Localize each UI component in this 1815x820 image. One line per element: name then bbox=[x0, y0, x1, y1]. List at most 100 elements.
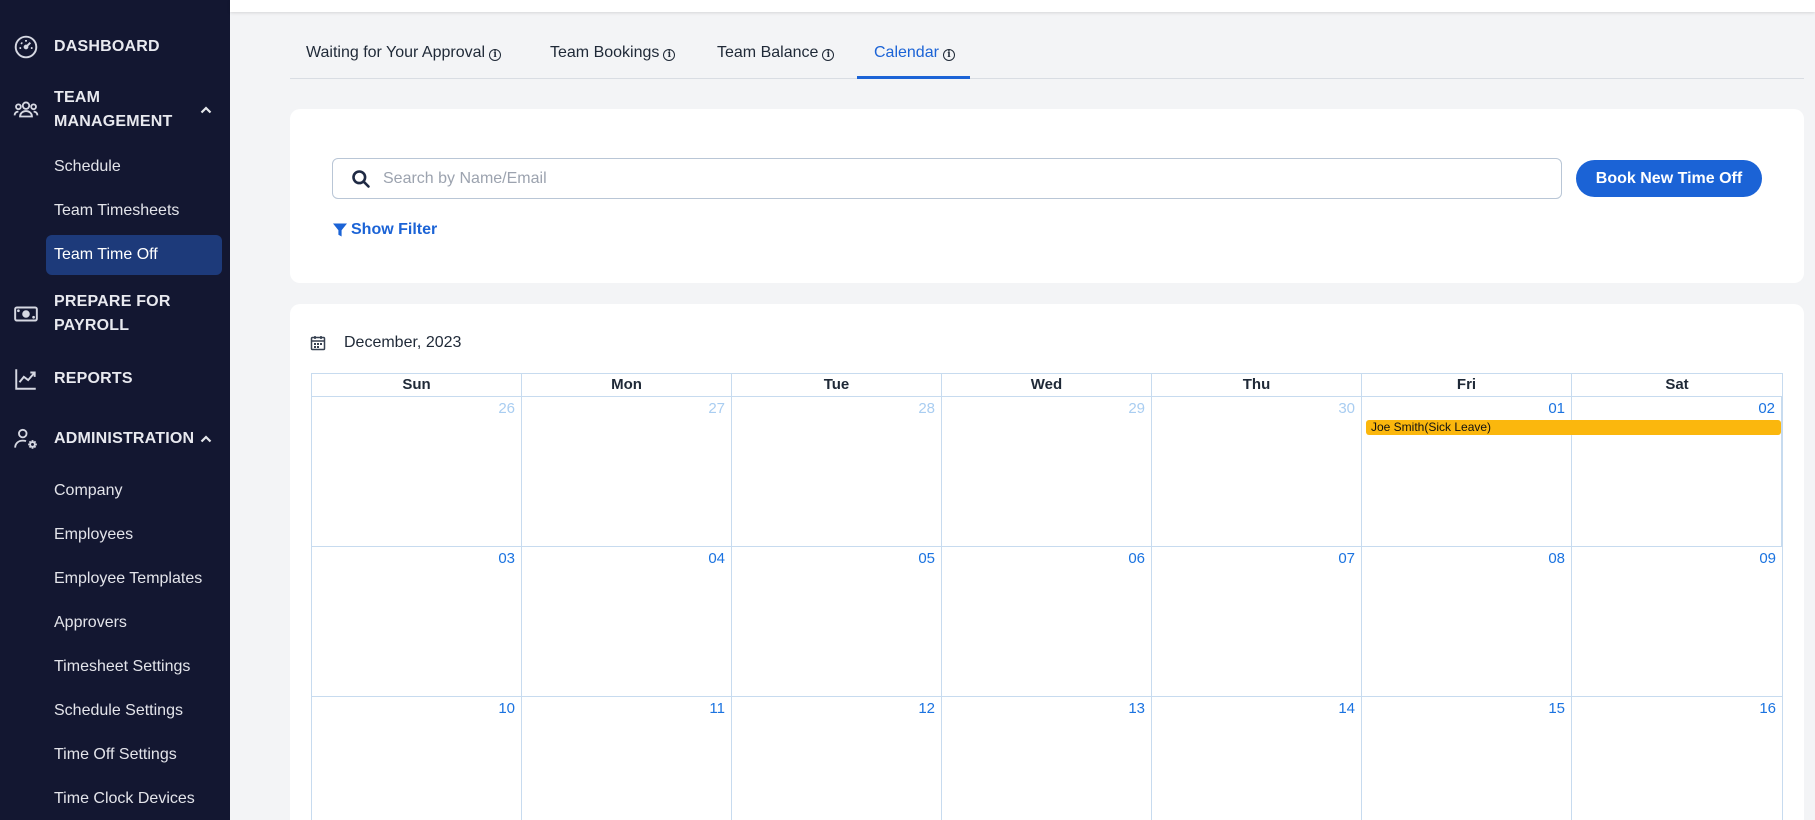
sidebar-item-team-time-off[interactable]: Team Time Off bbox=[46, 235, 222, 275]
month-label: December, 2023 bbox=[344, 334, 462, 351]
nav-label-team-management: TEAM MANAGEMENT bbox=[54, 89, 173, 130]
nav-dashboard[interactable]: DASHBOARD bbox=[0, 34, 230, 60]
search-box bbox=[332, 158, 1562, 199]
day-number[interactable]: 16 bbox=[1759, 700, 1776, 717]
sidebar-item-employee-templates[interactable]: Employee Templates bbox=[46, 559, 222, 599]
weekday-header-row: Sun Mon Tue Wed Thu Fri Sat bbox=[311, 373, 1783, 397]
calendar-day[interactable]: 14 bbox=[1152, 697, 1362, 820]
sidebar: DASHBOARD TEAM MANAGEMENT Schedule Team … bbox=[0, 0, 230, 820]
tab-bar: Waiting for Your Approval i Team Bookings… bbox=[290, 32, 1804, 79]
weekday-header: Mon bbox=[522, 374, 732, 396]
calendar-day[interactable]: 03 bbox=[312, 547, 522, 696]
sidebar-item-schedule-settings[interactable]: Schedule Settings bbox=[46, 691, 222, 731]
day-number[interactable]: 07 bbox=[1338, 550, 1355, 567]
chevron-up-icon[interactable] bbox=[199, 432, 213, 446]
calendar-day[interactable]: 27 bbox=[522, 397, 732, 546]
sidebar-item-label: Employees bbox=[54, 526, 134, 543]
calendar-week: 26 27 28 29 30 01 02 Joe Smith(Sick Leav… bbox=[311, 397, 1783, 547]
day-number[interactable]: 28 bbox=[918, 400, 935, 417]
tab-waiting-for-approval[interactable]: Waiting for Your Approval i bbox=[306, 32, 502, 79]
sidebar-item-time-clock-devices[interactable]: Time Clock Devices bbox=[46, 779, 222, 819]
calendar-day[interactable]: 08 bbox=[1362, 547, 1572, 696]
calendar-day[interactable]: 29 bbox=[942, 397, 1152, 546]
tab-team-bookings[interactable]: Team Bookings i bbox=[550, 32, 676, 79]
nav-reports[interactable]: REPORTS bbox=[0, 366, 230, 392]
calendar-day[interactable]: 15 bbox=[1362, 697, 1572, 820]
tab-calendar[interactable]: Calendar i bbox=[857, 32, 970, 79]
sidebar-item-label: Timesheet Settings bbox=[54, 658, 191, 675]
calendar-header: December, 2023 bbox=[310, 334, 461, 352]
day-number[interactable]: 14 bbox=[1338, 700, 1355, 717]
day-number[interactable]: 26 bbox=[498, 400, 515, 417]
nav-label-administration: ADMINISTRATION bbox=[54, 430, 195, 447]
day-number[interactable]: 06 bbox=[1128, 550, 1145, 567]
calendar-card: December, 2023 Sun Mon Tue Wed Thu Fri S… bbox=[290, 304, 1804, 820]
day-number[interactable]: 02 bbox=[1758, 400, 1775, 417]
tab-team-balance[interactable]: Team Balance i bbox=[717, 32, 835, 79]
day-number[interactable]: 30 bbox=[1338, 400, 1355, 417]
weekday-header: Wed bbox=[942, 374, 1152, 396]
day-number[interactable]: 05 bbox=[918, 550, 935, 567]
calendar-day[interactable]: 11 bbox=[522, 697, 732, 820]
top-bar bbox=[230, 0, 1815, 12]
team-icon bbox=[13, 97, 39, 123]
show-filter-link[interactable]: Show Filter bbox=[332, 221, 437, 239]
time-off-event[interactable]: Joe Smith(Sick Leave) bbox=[1366, 420, 1781, 435]
nav-team-management[interactable]: TEAM MANAGEMENT bbox=[0, 86, 230, 134]
calendar-day[interactable]: 13 bbox=[942, 697, 1152, 820]
info-icon[interactable]: i bbox=[489, 49, 502, 61]
sidebar-item-timesheet-settings[interactable]: Timesheet Settings bbox=[46, 647, 222, 687]
info-icon[interactable]: i bbox=[663, 49, 676, 61]
day-number[interactable]: 29 bbox=[1128, 400, 1145, 417]
sidebar-item-label: Approvers bbox=[54, 614, 127, 631]
day-number[interactable]: 09 bbox=[1759, 550, 1776, 567]
speedometer-icon bbox=[13, 34, 39, 60]
calendar-week: 03 04 05 06 07 08 09 bbox=[311, 547, 1783, 697]
sidebar-item-label: Time Clock Devices bbox=[54, 790, 195, 807]
weekday-header: Sun bbox=[312, 374, 522, 396]
sidebar-item-label: Employee Templates bbox=[54, 570, 203, 587]
day-number[interactable]: 15 bbox=[1548, 700, 1565, 717]
calendar-day[interactable]: 04 bbox=[522, 547, 732, 696]
sidebar-item-employees[interactable]: Employees bbox=[46, 515, 222, 555]
day-number[interactable]: 12 bbox=[918, 700, 935, 717]
weekday-header: Sat bbox=[1665, 376, 1689, 393]
calendar-day[interactable]: 16 bbox=[1572, 697, 1782, 820]
sidebar-item-time-off-settings[interactable]: Time Off Settings bbox=[46, 735, 222, 775]
nav-administration[interactable]: ADMINISTRATION bbox=[0, 426, 230, 452]
search-input[interactable] bbox=[383, 159, 1553, 198]
sidebar-item-company[interactable]: Company bbox=[46, 471, 222, 511]
calendar-day[interactable]: 09 bbox=[1572, 547, 1782, 696]
filter-icon bbox=[333, 223, 347, 237]
sidebar-item-label: Time Off Settings bbox=[54, 746, 177, 763]
nav-label-prepare-for-payroll: PREPARE FOR PAYROLL bbox=[54, 293, 171, 334]
calendar-day[interactable]: 07 bbox=[1152, 547, 1362, 696]
chevron-up-icon[interactable] bbox=[199, 103, 213, 117]
calendar-day[interactable]: 06 bbox=[942, 547, 1152, 696]
info-icon[interactable]: i bbox=[822, 49, 835, 61]
calendar-day[interactable]: 05 bbox=[732, 547, 942, 696]
calendar-day[interactable]: 12 bbox=[732, 697, 942, 820]
calendar-day[interactable]: 30 bbox=[1152, 397, 1362, 546]
nav-label-dashboard: DASHBOARD bbox=[54, 38, 160, 55]
day-number[interactable]: 11 bbox=[709, 700, 725, 717]
day-number[interactable]: 13 bbox=[1128, 700, 1145, 717]
info-icon[interactable]: i bbox=[942, 49, 955, 61]
weekday-header: Tue bbox=[732, 374, 942, 396]
day-number[interactable]: 04 bbox=[708, 550, 725, 567]
book-new-time-off-button[interactable]: Book New Time Off bbox=[1576, 160, 1762, 197]
day-number[interactable]: 01 bbox=[1548, 400, 1565, 417]
sidebar-item-approvers[interactable]: Approvers bbox=[46, 603, 222, 643]
day-number[interactable]: 03 bbox=[498, 550, 515, 567]
calendar-day[interactable]: 10 bbox=[312, 697, 522, 820]
calendar-day[interactable]: 26 bbox=[312, 397, 522, 546]
sidebar-item-team-timesheets[interactable]: Team Timesheets bbox=[46, 191, 222, 231]
day-number[interactable]: 27 bbox=[708, 400, 725, 417]
show-filter-label: Show Filter bbox=[351, 221, 438, 238]
calendar-day[interactable]: 28 bbox=[732, 397, 942, 546]
day-number[interactable]: 10 bbox=[498, 700, 515, 717]
calendar-week: 10 11 12 13 14 15 16 bbox=[311, 697, 1783, 820]
day-number[interactable]: 08 bbox=[1548, 550, 1565, 567]
nav-prepare-for-payroll[interactable]: PREPARE FOR PAYROLL bbox=[0, 290, 230, 338]
sidebar-item-schedule[interactable]: Schedule bbox=[46, 147, 222, 187]
